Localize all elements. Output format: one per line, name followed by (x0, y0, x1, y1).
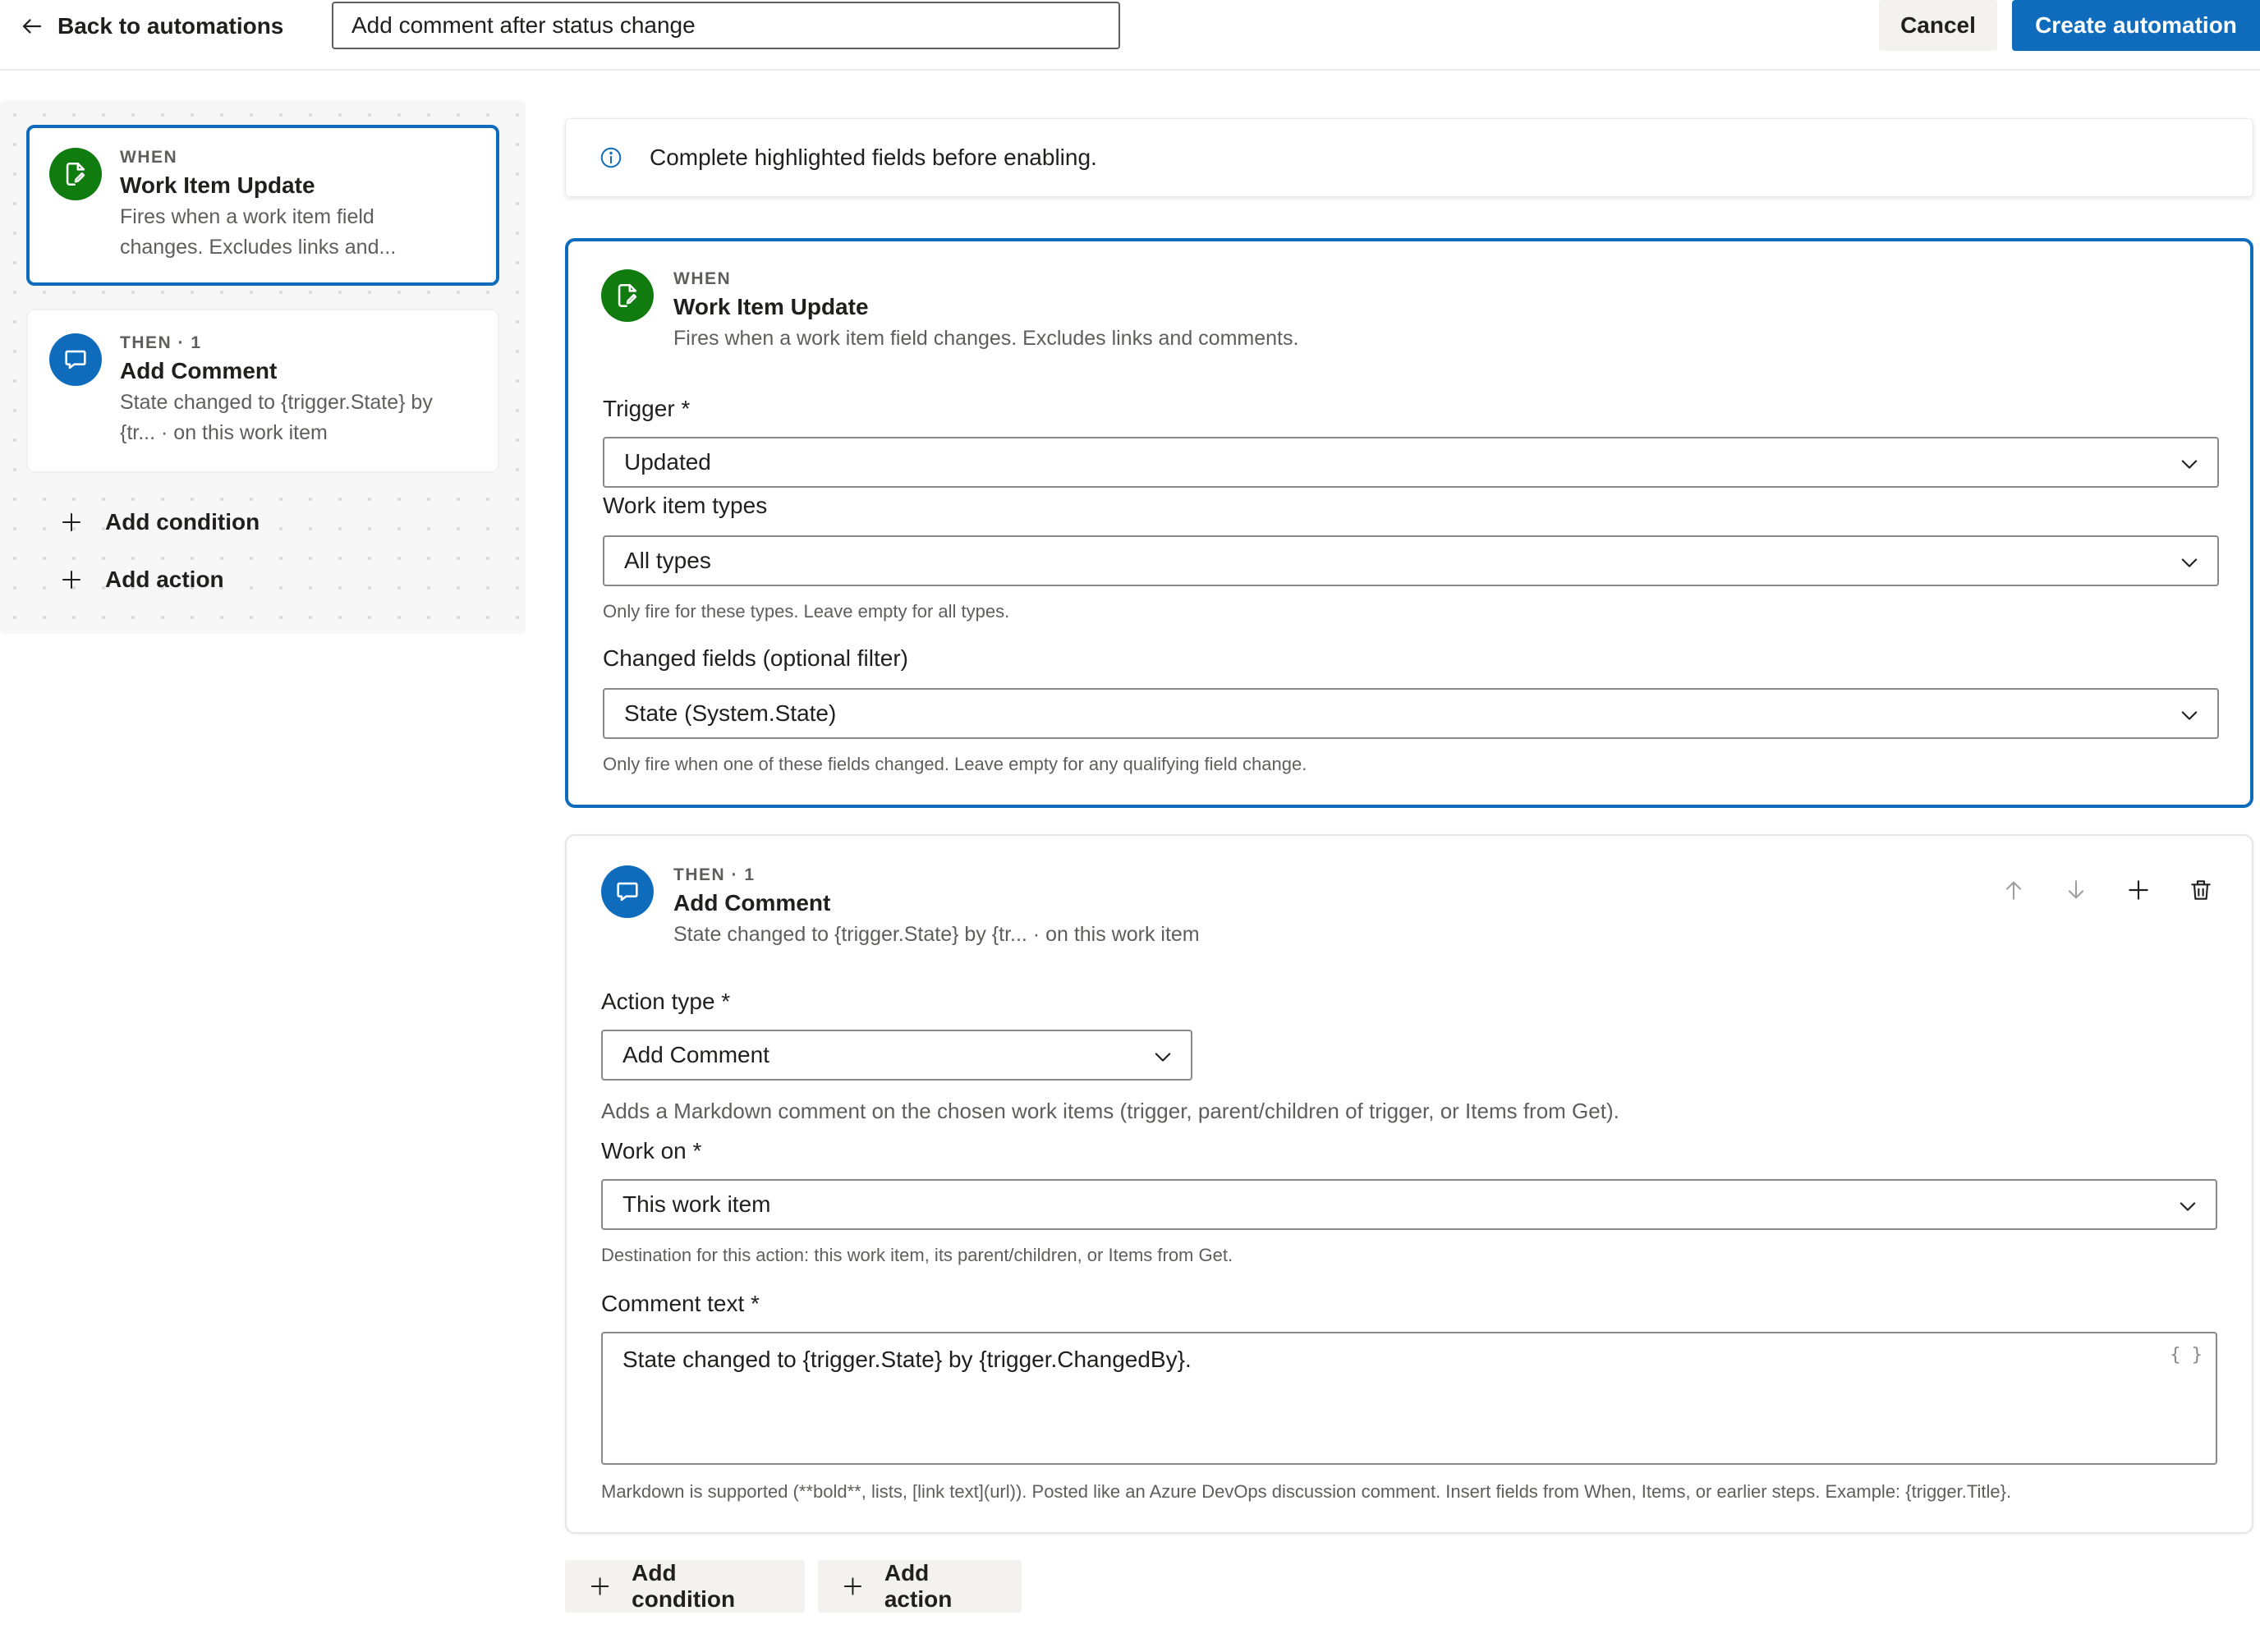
add-condition-label: Add condition (105, 509, 260, 535)
chevron-down-icon (2180, 1202, 2196, 1211)
add-condition-button[interactable]: Add condition (565, 1560, 805, 1613)
node-description-line: State changed to {trigger.State} by (120, 391, 433, 414)
work-item-types-hint: Only fire for these types. Leave empty f… (603, 601, 1010, 622)
flow-canvas: WHEN Work Item Update Fires when a work … (0, 100, 526, 634)
node-description-line: Fires when a work item field (120, 205, 374, 228)
trigger-select[interactable]: Updated (603, 437, 2219, 488)
card-title: Add Comment (673, 890, 831, 915)
comment-text-value: State changed to {trigger.State} by {tri… (622, 1347, 1192, 1372)
automation-name-input[interactable] (332, 2, 1120, 49)
info-banner: Complete highlighted fields before enabl… (565, 118, 2253, 197)
card-description: Fires when a work item field changes. Ex… (673, 327, 1299, 350)
comment-text-label: Comment text * (601, 1291, 760, 1316)
flow-add-action-button[interactable]: Add action (59, 563, 224, 596)
card-title: Work Item Update (673, 294, 869, 319)
then-card: THEN · 1 Add Comment State changed to {t… (565, 834, 2253, 1534)
work-on-select[interactable]: This work item (601, 1179, 2217, 1230)
action-type-label: Action type * (601, 989, 731, 1014)
add-action-label: Add action (884, 1560, 953, 1612)
changed-fields-hint: Only fire when one of these fields chang… (603, 754, 1307, 774)
arrow-left-icon (22, 19, 42, 34)
comment-text-area[interactable]: State changed to {trigger.State} by {tri… (601, 1332, 2217, 1465)
arrow-up-icon[interactable] (2000, 877, 2027, 903)
flow-add-condition-button[interactable]: Add condition (59, 506, 260, 539)
work-item-types-value: All types (624, 548, 711, 573)
node-description-line: changes. Excludes links and... (120, 236, 397, 259)
chevron-down-icon (2181, 711, 2198, 720)
create-automation-button[interactable]: Create automation (2012, 0, 2260, 51)
trigger-value: Updated (624, 449, 711, 475)
back-label: Back to automations (57, 13, 284, 39)
card-description: State changed to {trigger.State} by {tr.… (673, 923, 1200, 946)
chevron-down-icon (2181, 558, 2198, 567)
node-title: Add Comment (120, 358, 278, 383)
insert-field-button[interactable]: { } (2170, 1345, 2203, 1365)
add-action-label: Add action (105, 567, 224, 592)
top-bar: Back to automations Cancel Create automa… (0, 0, 2260, 71)
work-item-types-select[interactable]: All types (603, 535, 2219, 586)
plus-icon (62, 513, 80, 531)
comment-text-hint: Markdown is supported (**bold**, lists, … (601, 1481, 2012, 1502)
document-edit-icon (601, 269, 654, 322)
comment-icon (49, 333, 102, 386)
work-on-hint: Destination for this action: this work i… (601, 1245, 1233, 1265)
add-action-button[interactable]: Add action (818, 1560, 1022, 1613)
flow-node-when[interactable]: WHEN Work Item Update Fires when a work … (26, 125, 499, 286)
work-on-value: This work item (622, 1191, 771, 1217)
action-type-value: Add Comment (622, 1042, 769, 1067)
cancel-button[interactable]: Cancel (1879, 0, 1997, 51)
card-eyebrow: THEN · 1 (673, 865, 756, 884)
step-toolbar (2000, 877, 2214, 903)
changed-fields-label: Changed fields (optional filter) (603, 645, 908, 671)
comment-icon (601, 865, 654, 918)
back-to-automations-link[interactable]: Back to automations (20, 8, 283, 44)
chevron-down-icon (1155, 1053, 1171, 1062)
changed-fields-value: State (System.State) (624, 700, 837, 726)
action-type-select[interactable]: Add Comment (601, 1030, 1192, 1081)
document-edit-icon (49, 148, 102, 200)
card-eyebrow: WHEN (673, 269, 732, 288)
trigger-label: Trigger * (603, 396, 691, 421)
node-description-line: {tr... · on this work item (120, 421, 328, 444)
add-condition-label: Add condition (632, 1560, 736, 1612)
node-eyebrow: WHEN (120, 148, 178, 167)
plus-icon (590, 1577, 609, 1595)
info-icon (600, 147, 622, 168)
node-description: State changed to {trigger.State} by {tr.… (120, 388, 478, 448)
when-card: WHEN Work Item Update Fires when a work … (565, 238, 2253, 808)
changed-fields-select[interactable]: State (System.State) (603, 688, 2219, 739)
work-item-types-label: Work item types (603, 493, 768, 518)
node-eyebrow: THEN · 1 (120, 333, 202, 352)
flow-node-then[interactable]: THEN · 1 Add Comment State changed to {t… (26, 309, 499, 473)
plus-icon (62, 571, 80, 589)
node-title: Work Item Update (120, 172, 315, 198)
node-description: Fires when a work item field changes. Ex… (120, 202, 476, 263)
trash-icon[interactable] (2188, 877, 2214, 903)
banner-message: Complete highlighted fields before enabl… (650, 145, 1097, 170)
plus-icon[interactable] (2125, 877, 2152, 903)
work-on-label: Work on * (601, 1138, 702, 1163)
plus-icon (843, 1577, 862, 1595)
chevron-down-icon (2181, 460, 2198, 469)
arrow-down-icon[interactable] (2063, 877, 2089, 903)
action-type-hint: Adds a Markdown comment on the chosen wo… (601, 1099, 1619, 1123)
